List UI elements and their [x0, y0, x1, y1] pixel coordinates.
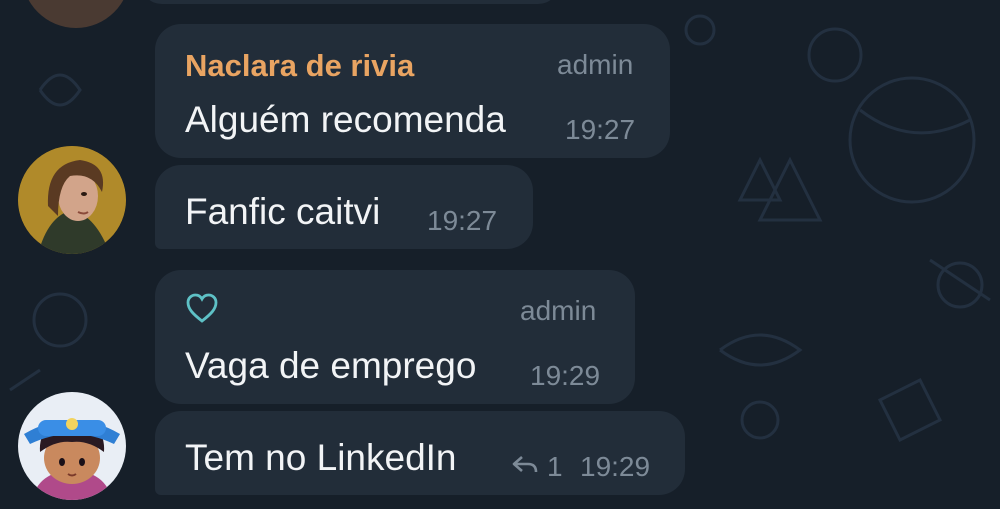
- message-time: 19:29: [580, 451, 651, 482]
- message-bubble[interactable]: Naclara de rivia admin Alguém recomenda …: [155, 24, 670, 158]
- admin-badge: admin: [520, 295, 597, 326]
- previous-message-bubble: [140, 0, 560, 4]
- message-bubble[interactable]: admin Vaga de emprego 19:29: [155, 270, 635, 404]
- avatar-cartoon-blue-hat[interactable]: [18, 392, 126, 500]
- sender-name[interactable]: Naclara de rivia: [185, 50, 414, 81]
- message-text: Vaga de emprego: [185, 345, 477, 386]
- message-time: 19:27: [427, 205, 498, 236]
- admin-badge: admin: [557, 49, 634, 80]
- message-time: 19:29: [530, 360, 601, 391]
- message-time: 19:27: [565, 114, 636, 145]
- message-text: Alguém recomenda: [185, 99, 506, 140]
- message-text: Tem no LinkedIn: [185, 437, 457, 478]
- message-bubble[interactable]: Fanfic caitvi 19:27: [155, 165, 533, 249]
- message-bubble[interactable]: Tem no LinkedIn 1 19:29: [155, 411, 685, 495]
- avatar-girl-brown-hair[interactable]: [18, 146, 126, 254]
- message-text: Fanfic caitvi: [185, 191, 381, 232]
- reply-count[interactable]: 1: [547, 453, 563, 481]
- heart-outline-icon[interactable]: [185, 292, 219, 329]
- reply-arrow-icon[interactable]: [510, 451, 540, 482]
